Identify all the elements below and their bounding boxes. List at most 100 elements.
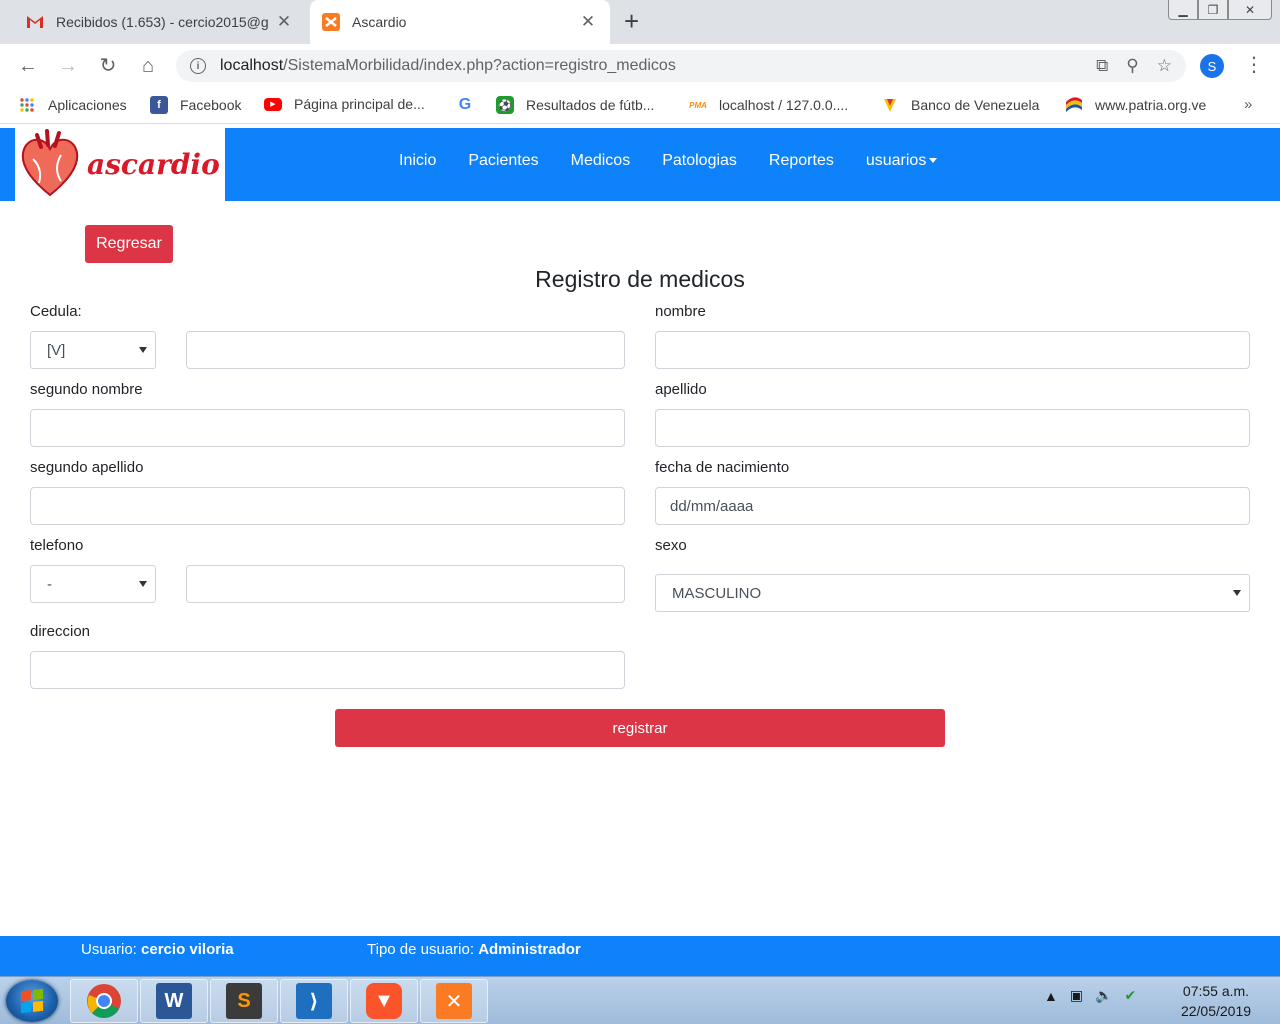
- segundo-nombre-input[interactable]: [30, 409, 625, 447]
- url-text: localhost/SistemaMorbilidad/index.php?ac…: [220, 57, 676, 74]
- footer-user-type-value: Administrador: [478, 941, 581, 958]
- gmail-icon: [26, 13, 44, 31]
- tab-ascardio[interactable]: Ascardio ✕: [310, 0, 610, 44]
- bookmark-youtube[interactable]: ▶ Página principal de...: [264, 96, 425, 112]
- bank-icon: [881, 96, 899, 114]
- telefono-input[interactable]: [186, 565, 625, 603]
- home-icon[interactable]: ⌂: [136, 54, 160, 78]
- site-logo[interactable]: ascardio: [15, 128, 225, 201]
- taskbar-chrome[interactable]: [70, 979, 138, 1023]
- bookmarks-bar: Aplicaciones f Facebook ▶ Página princip…: [0, 88, 1280, 124]
- zoom-icon[interactable]: ⚲: [1126, 56, 1138, 76]
- tab-title: Recibidos (1.653) - cercio2015@g: [56, 14, 269, 30]
- registrar-button[interactable]: registrar: [335, 709, 945, 747]
- bookmark-label: Facebook: [180, 97, 242, 113]
- nombre-label: nombre: [655, 303, 706, 320]
- taskbar-brave[interactable]: ▼: [350, 979, 418, 1023]
- main-nav: Inicio Pacientes Medicos Patologias Repo…: [383, 152, 953, 170]
- update-check-icon[interactable]: ✔: [1125, 987, 1137, 1004]
- nav-inicio[interactable]: Inicio: [383, 152, 452, 170]
- tab-gmail[interactable]: Recibidos (1.653) - cercio2015@g ✕: [14, 0, 306, 44]
- fecha-nacimiento-input[interactable]: [655, 487, 1250, 525]
- nav-reportes[interactable]: Reportes: [753, 152, 850, 170]
- tab-close-icon[interactable]: ✕: [274, 12, 294, 32]
- bookmark-label: Resultados de fútb...: [526, 97, 655, 113]
- profile-avatar[interactable]: S: [1200, 54, 1224, 78]
- network-icon[interactable]: ▣: [1070, 987, 1083, 1004]
- telefono-prefix-value: -: [47, 575, 52, 593]
- bookmark-banco[interactable]: Banco de Venezuela: [881, 96, 1039, 114]
- bookmark-patria[interactable]: www.patria.org.ve: [1065, 96, 1206, 114]
- taskbar-sublime[interactable]: S: [210, 979, 278, 1023]
- telefono-label: telefono: [30, 537, 84, 554]
- taskbar-word[interactable]: W: [140, 979, 208, 1023]
- nav-usuarios-dropdown[interactable]: usuarios: [850, 152, 953, 170]
- chrome-icon: [86, 983, 122, 1019]
- footer-user: Usuario: cercio viloria: [81, 941, 234, 958]
- facebook-icon: f: [150, 96, 168, 114]
- bookmark-label: localhost / 127.0.0....: [719, 97, 849, 113]
- start-button[interactable]: [6, 980, 58, 1022]
- nombre-input[interactable]: [655, 331, 1250, 369]
- youtube-icon: ▶: [264, 97, 282, 111]
- sexo-select[interactable]: MASCULINO: [655, 574, 1250, 612]
- reload-icon[interactable]: ↻: [96, 54, 120, 78]
- minimize-icon[interactable]: ▁: [1168, 0, 1198, 20]
- window-close-icon[interactable]: ✕: [1228, 0, 1272, 20]
- translate-icon[interactable]: ⧉: [1096, 56, 1108, 76]
- clock-time: 07:55 a.m.: [1182, 983, 1250, 999]
- page-footer: Usuario: cercio viloria Tipo de usuario:…: [0, 936, 1280, 976]
- nav-medicos[interactable]: Medicos: [555, 152, 647, 170]
- taskbar-xampp[interactable]: ✕: [420, 979, 488, 1023]
- cedula-input[interactable]: [186, 331, 625, 369]
- bookmarks-overflow-icon[interactable]: »: [1244, 96, 1252, 113]
- browser-tab-strip: Recibidos (1.653) - cercio2015@g ✕ Ascar…: [0, 0, 1280, 44]
- address-bar[interactable]: i localhost/SistemaMorbilidad/index.php?…: [176, 50, 1186, 82]
- taskbar-clock[interactable]: 07:55 a.m. 22/05/2019: [1168, 981, 1264, 1021]
- fecha-nacimiento-label: fecha de nacimiento: [655, 459, 790, 476]
- nav-pacientes[interactable]: Pacientes: [452, 152, 554, 170]
- segundo-apellido-input[interactable]: [30, 487, 625, 525]
- windows-logo-icon: [21, 988, 43, 1014]
- tab-title: Ascardio: [352, 14, 407, 30]
- telefono-prefix-select[interactable]: -: [30, 565, 156, 603]
- show-hidden-icons-icon[interactable]: ▲: [1044, 988, 1058, 1004]
- site-navbar: ascardio Inicio Pacientes Medicos Patolo…: [0, 128, 1280, 201]
- apellido-input[interactable]: [655, 409, 1250, 447]
- taskbar-vscode[interactable]: ⟩: [280, 979, 348, 1023]
- forward-arrow-icon[interactable]: →: [56, 54, 80, 78]
- nav-usuarios-label: usuarios: [865, 152, 927, 169]
- select-arrow-icon: [139, 581, 147, 587]
- cedula-type-select[interactable]: [V]: [30, 331, 156, 369]
- bookmark-apps[interactable]: Aplicaciones: [18, 96, 127, 114]
- restore-icon[interactable]: ❐: [1198, 0, 1228, 20]
- new-tab-icon[interactable]: +: [624, 8, 639, 34]
- clock-date: 22/05/2019: [1180, 1003, 1252, 1019]
- back-arrow-icon[interactable]: ←: [16, 54, 40, 78]
- cedula-label: Cedula:: [30, 303, 82, 320]
- segundo-nombre-label: segundo nombre: [30, 381, 143, 398]
- volume-icon[interactable]: 🔈: [1095, 987, 1112, 1004]
- vscode-icon: ⟩: [296, 983, 332, 1019]
- patria-icon: [1065, 96, 1083, 114]
- select-arrow-icon: [1233, 590, 1241, 596]
- direccion-input[interactable]: [30, 651, 625, 689]
- bookmark-star-icon[interactable]: ☆: [1157, 56, 1172, 76]
- caret-down-icon: [929, 158, 938, 164]
- nav-patologias[interactable]: Patologias: [646, 152, 753, 170]
- bookmark-google[interactable]: G: [456, 96, 486, 114]
- brave-icon: ▼: [366, 983, 402, 1019]
- bookmark-soccer[interactable]: ⚽ Resultados de fútb...: [496, 96, 654, 114]
- tab-close-icon[interactable]: ✕: [578, 12, 598, 32]
- bookmark-label: Aplicaciones: [48, 97, 127, 113]
- menu-dots-icon[interactable]: ⋮: [1244, 52, 1264, 77]
- bookmark-localhost[interactable]: PMA localhost / 127.0.0....: [689, 96, 848, 114]
- info-icon[interactable]: i: [190, 58, 206, 74]
- page-title: Registro de medicos: [535, 266, 745, 292]
- brand-name: ascardio: [87, 148, 220, 181]
- sexo-label: sexo: [655, 537, 687, 554]
- xampp-icon: [322, 13, 340, 31]
- regresar-button[interactable]: Regresar: [85, 225, 173, 263]
- apellido-label: apellido: [655, 381, 707, 398]
- bookmark-facebook[interactable]: f Facebook: [150, 96, 241, 114]
